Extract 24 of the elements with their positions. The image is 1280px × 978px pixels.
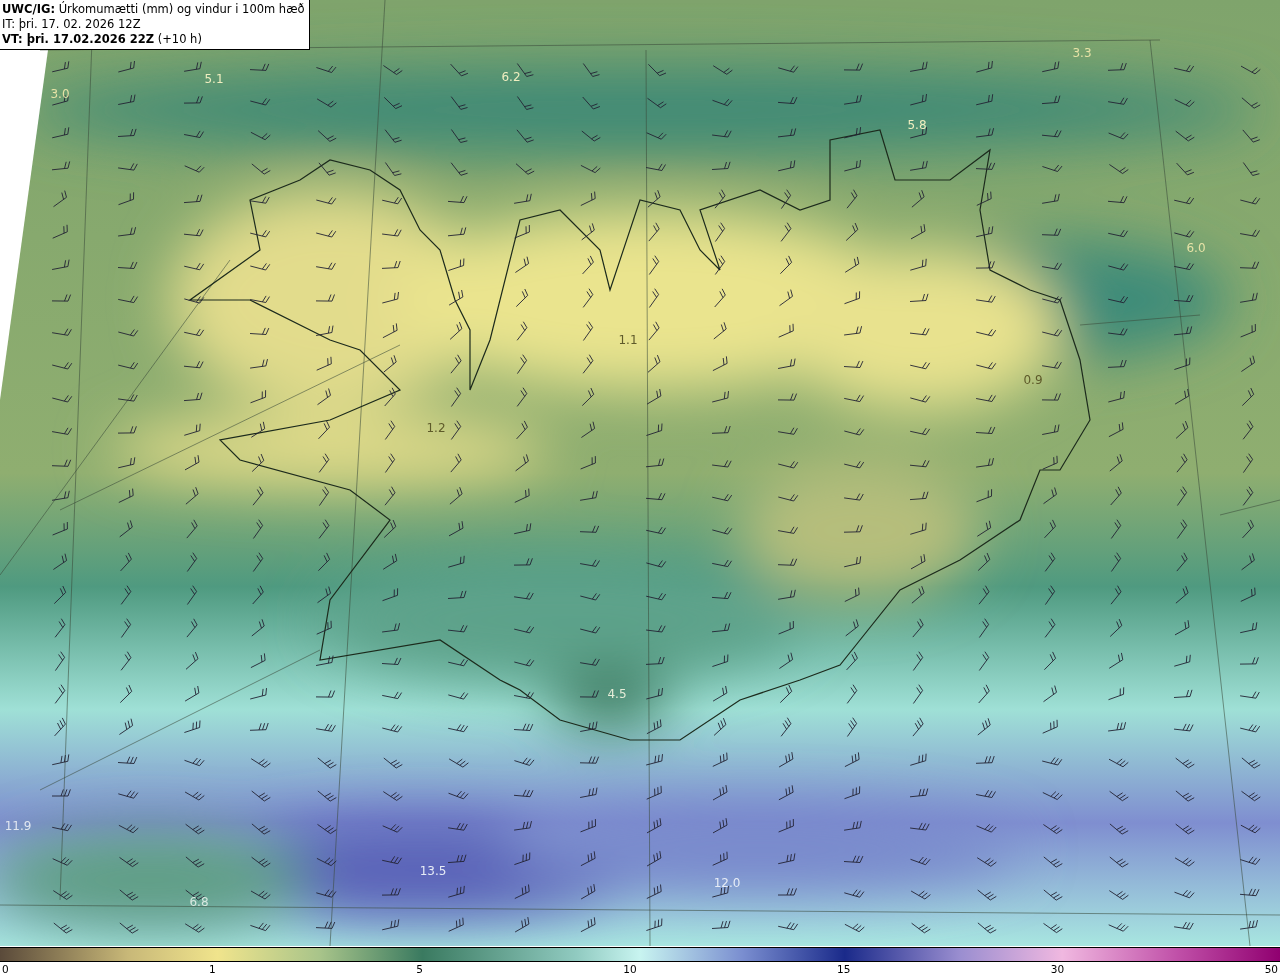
value-label: 11.9 [4,819,32,833]
scale-tick-label: 5 [416,962,423,977]
value-label: 12.0 [713,876,741,890]
scale-tick-label: 0 [2,962,9,977]
valid-time: VT: þri. 17.02.2026 22Z (+10 h) [2,32,203,47]
value-label: 5.1 [204,72,224,86]
value-label: 4.5 [607,687,627,701]
map-title: UWC/IG: Úrkomumætti (mm) og vindur i 100m hæð [2,2,305,17]
scale-tick-label: 15 [837,962,851,977]
value-label: 6.0 [1186,241,1206,255]
value-label: 5.8 [907,118,927,132]
value-label: 6.2 [501,70,521,84]
value-label: 3.0 [50,87,70,101]
scale-tick-label: 1 [209,962,216,977]
scale-tick-label: 10 [623,962,637,977]
scale-tick-label: 50 [1264,962,1278,977]
value-label: 3.3 [1072,46,1092,60]
value-label: 6.8 [189,895,209,909]
value-label: 13.5 [419,864,447,878]
scale-tick-label: 30 [1050,962,1065,977]
value-label: 1.1 [618,333,638,347]
value-label: 1.2 [426,421,446,435]
value-label: 0.9 [1023,373,1043,387]
init-time: IT: þri. 17. 02. 2026 12Z [2,17,142,32]
